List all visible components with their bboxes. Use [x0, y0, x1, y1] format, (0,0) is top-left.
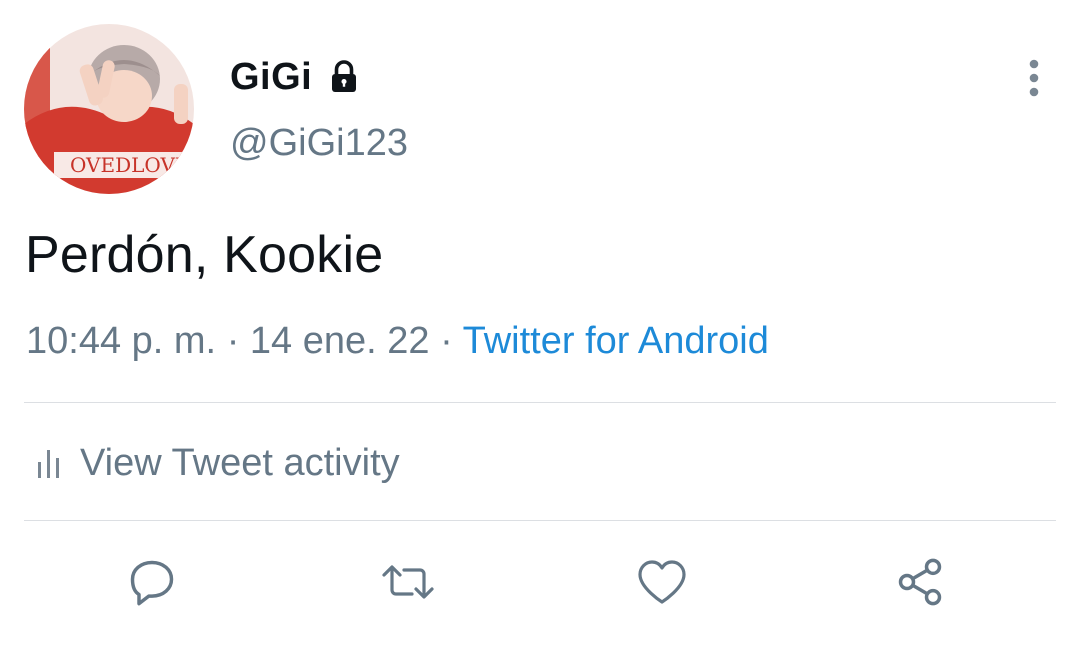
avatar[interactable]: OVEDLOVE [24, 24, 194, 194]
tweet-detail: OVEDLOVE GiGi @GiGi123 Perdón, Kookie 10… [0, 0, 1080, 659]
more-vertical-icon [1024, 56, 1044, 100]
avatar-image: OVEDLOVE [24, 24, 194, 194]
retweet-button[interactable] [380, 554, 436, 610]
like-button[interactable] [634, 554, 690, 610]
tweet-time[interactable]: 10:44 p. m. [26, 320, 216, 362]
bar-chart-icon [36, 446, 62, 480]
meta-separator: · [440, 320, 453, 362]
view-tweet-activity-button[interactable]: View Tweet activity [36, 436, 400, 490]
view-tweet-activity-label: View Tweet activity [80, 441, 400, 484]
tweet-actions [0, 550, 1080, 614]
reply-button[interactable] [124, 554, 180, 610]
tweet-text: Perdón, Kookie [25, 226, 384, 284]
share-icon [894, 556, 946, 608]
lock-icon [326, 59, 362, 95]
user-name-row: GiGi [230, 52, 362, 102]
retweet-icon [378, 556, 438, 608]
meta-separator: · [226, 320, 240, 362]
user-handle[interactable]: @GiGi123 [230, 122, 408, 165]
tweet-source-link[interactable]: Twitter for Android [463, 320, 769, 362]
tweet-date[interactable]: 14 ene. 22 [250, 320, 430, 362]
reply-icon [126, 556, 178, 608]
avatar-shirt-text: OVEDLOVE [70, 153, 190, 177]
share-button[interactable] [892, 554, 948, 610]
display-name[interactable]: GiGi [230, 56, 312, 99]
tweet-meta: 10:44 p. m. · 14 ene. 22 · Twitter for A… [26, 320, 769, 363]
more-options-button[interactable] [1010, 54, 1058, 102]
divider [24, 520, 1056, 521]
divider [24, 402, 1056, 403]
heart-icon [635, 557, 689, 607]
